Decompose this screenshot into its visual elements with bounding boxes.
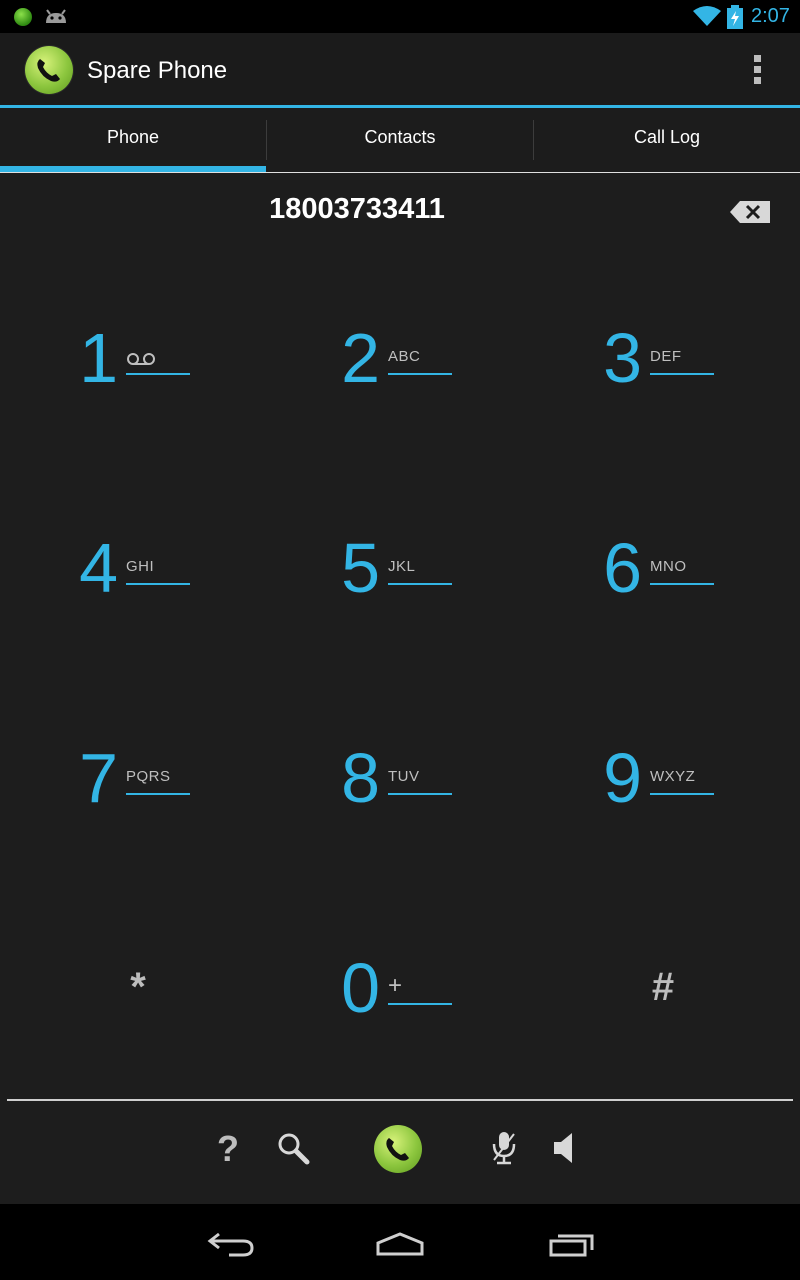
key-letters: DEF — [650, 348, 682, 365]
tab-label: Phone — [106, 127, 160, 147]
key-digit: 7 — [79, 739, 118, 817]
key-letters: PQRS — [126, 768, 171, 785]
key-underline — [388, 1003, 452, 1005]
key-4[interactable]: 4 GHI — [48, 528, 248, 648]
key-digit: 4 — [79, 529, 118, 607]
key-letters: TUV — [388, 768, 420, 785]
key-digit: 0 — [341, 949, 380, 1027]
key-digit: 2 — [341, 319, 380, 397]
key-1[interactable]: 1 — [48, 318, 248, 438]
home-icon[interactable] — [375, 1232, 425, 1256]
key-underline — [126, 793, 190, 795]
clock-time: 2:07 — [751, 5, 790, 27]
key-0[interactable]: 0 + — [310, 948, 510, 1068]
tab-label: Contacts — [364, 127, 436, 147]
key-letters: + — [388, 972, 403, 999]
tab-contacts[interactable]: Contacts — [267, 108, 533, 172]
key-6[interactable]: 6 MNO — [572, 528, 772, 648]
key-underline — [388, 583, 452, 585]
help-icon[interactable]: ? — [217, 1128, 239, 1170]
backspace-icon[interactable] — [730, 201, 770, 223]
tab-call-log[interactable]: Call Log — [534, 108, 800, 172]
key-2[interactable]: 2 ABC — [310, 318, 510, 438]
key-8[interactable]: 8 TUV — [310, 738, 510, 858]
key-star[interactable]: * — [108, 965, 168, 1010]
speaker-icon[interactable] — [552, 1130, 578, 1166]
key-3[interactable]: 3 DEF — [572, 318, 772, 438]
key-letters: ABC — [388, 348, 421, 365]
key-9[interactable]: 9 WXYZ — [572, 738, 772, 858]
selected-tab-indicator — [0, 166, 266, 172]
key-underline — [650, 793, 714, 795]
search-icon[interactable] — [276, 1131, 310, 1165]
action-bar: Spare Phone — [0, 33, 800, 108]
overflow-menu-icon[interactable] — [748, 53, 768, 87]
status-bar: 2:07 — [0, 0, 800, 33]
app-title: Spare Phone — [87, 57, 228, 84]
key-underline — [126, 583, 190, 585]
key-underline — [650, 583, 714, 585]
back-icon[interactable] — [207, 1230, 255, 1258]
key-digit: 6 — [603, 529, 642, 607]
notification-dot-icon — [14, 8, 32, 26]
android-icon — [46, 9, 66, 23]
key-digit: 5 — [341, 529, 380, 607]
recent-apps-icon[interactable] — [548, 1230, 596, 1258]
key-digit: 3 — [603, 319, 642, 397]
key-7[interactable]: 7 PQRS — [48, 738, 248, 858]
key-hash[interactable]: # — [633, 965, 693, 1010]
battery-charging-icon — [727, 5, 743, 29]
key-underline — [388, 373, 452, 375]
key-underline — [126, 373, 190, 375]
key-letters: JKL — [388, 558, 416, 575]
phone-handset-icon[interactable] — [25, 46, 73, 94]
call-icon[interactable] — [374, 1125, 422, 1173]
key-digit: 8 — [341, 739, 380, 817]
key-underline — [650, 373, 714, 375]
tab-phone[interactable]: Phone — [0, 108, 266, 172]
key-digit: 9 — [603, 739, 642, 817]
key-digit: 1 — [79, 319, 118, 397]
wifi-icon — [693, 6, 721, 26]
key-letters: MNO — [650, 558, 687, 575]
voicemail-icon — [127, 353, 155, 365]
tab-bar: Phone Contacts Call Log — [0, 108, 800, 173]
key-5[interactable]: 5 JKL — [310, 528, 510, 648]
tab-label: Call Log — [633, 127, 701, 147]
key-letters: GHI — [126, 558, 155, 575]
key-underline — [388, 793, 452, 795]
dialed-number-field[interactable]: 18003733411 — [0, 193, 714, 226]
key-letters: WXYZ — [650, 768, 696, 785]
mic-icon[interactable] — [490, 1130, 518, 1166]
